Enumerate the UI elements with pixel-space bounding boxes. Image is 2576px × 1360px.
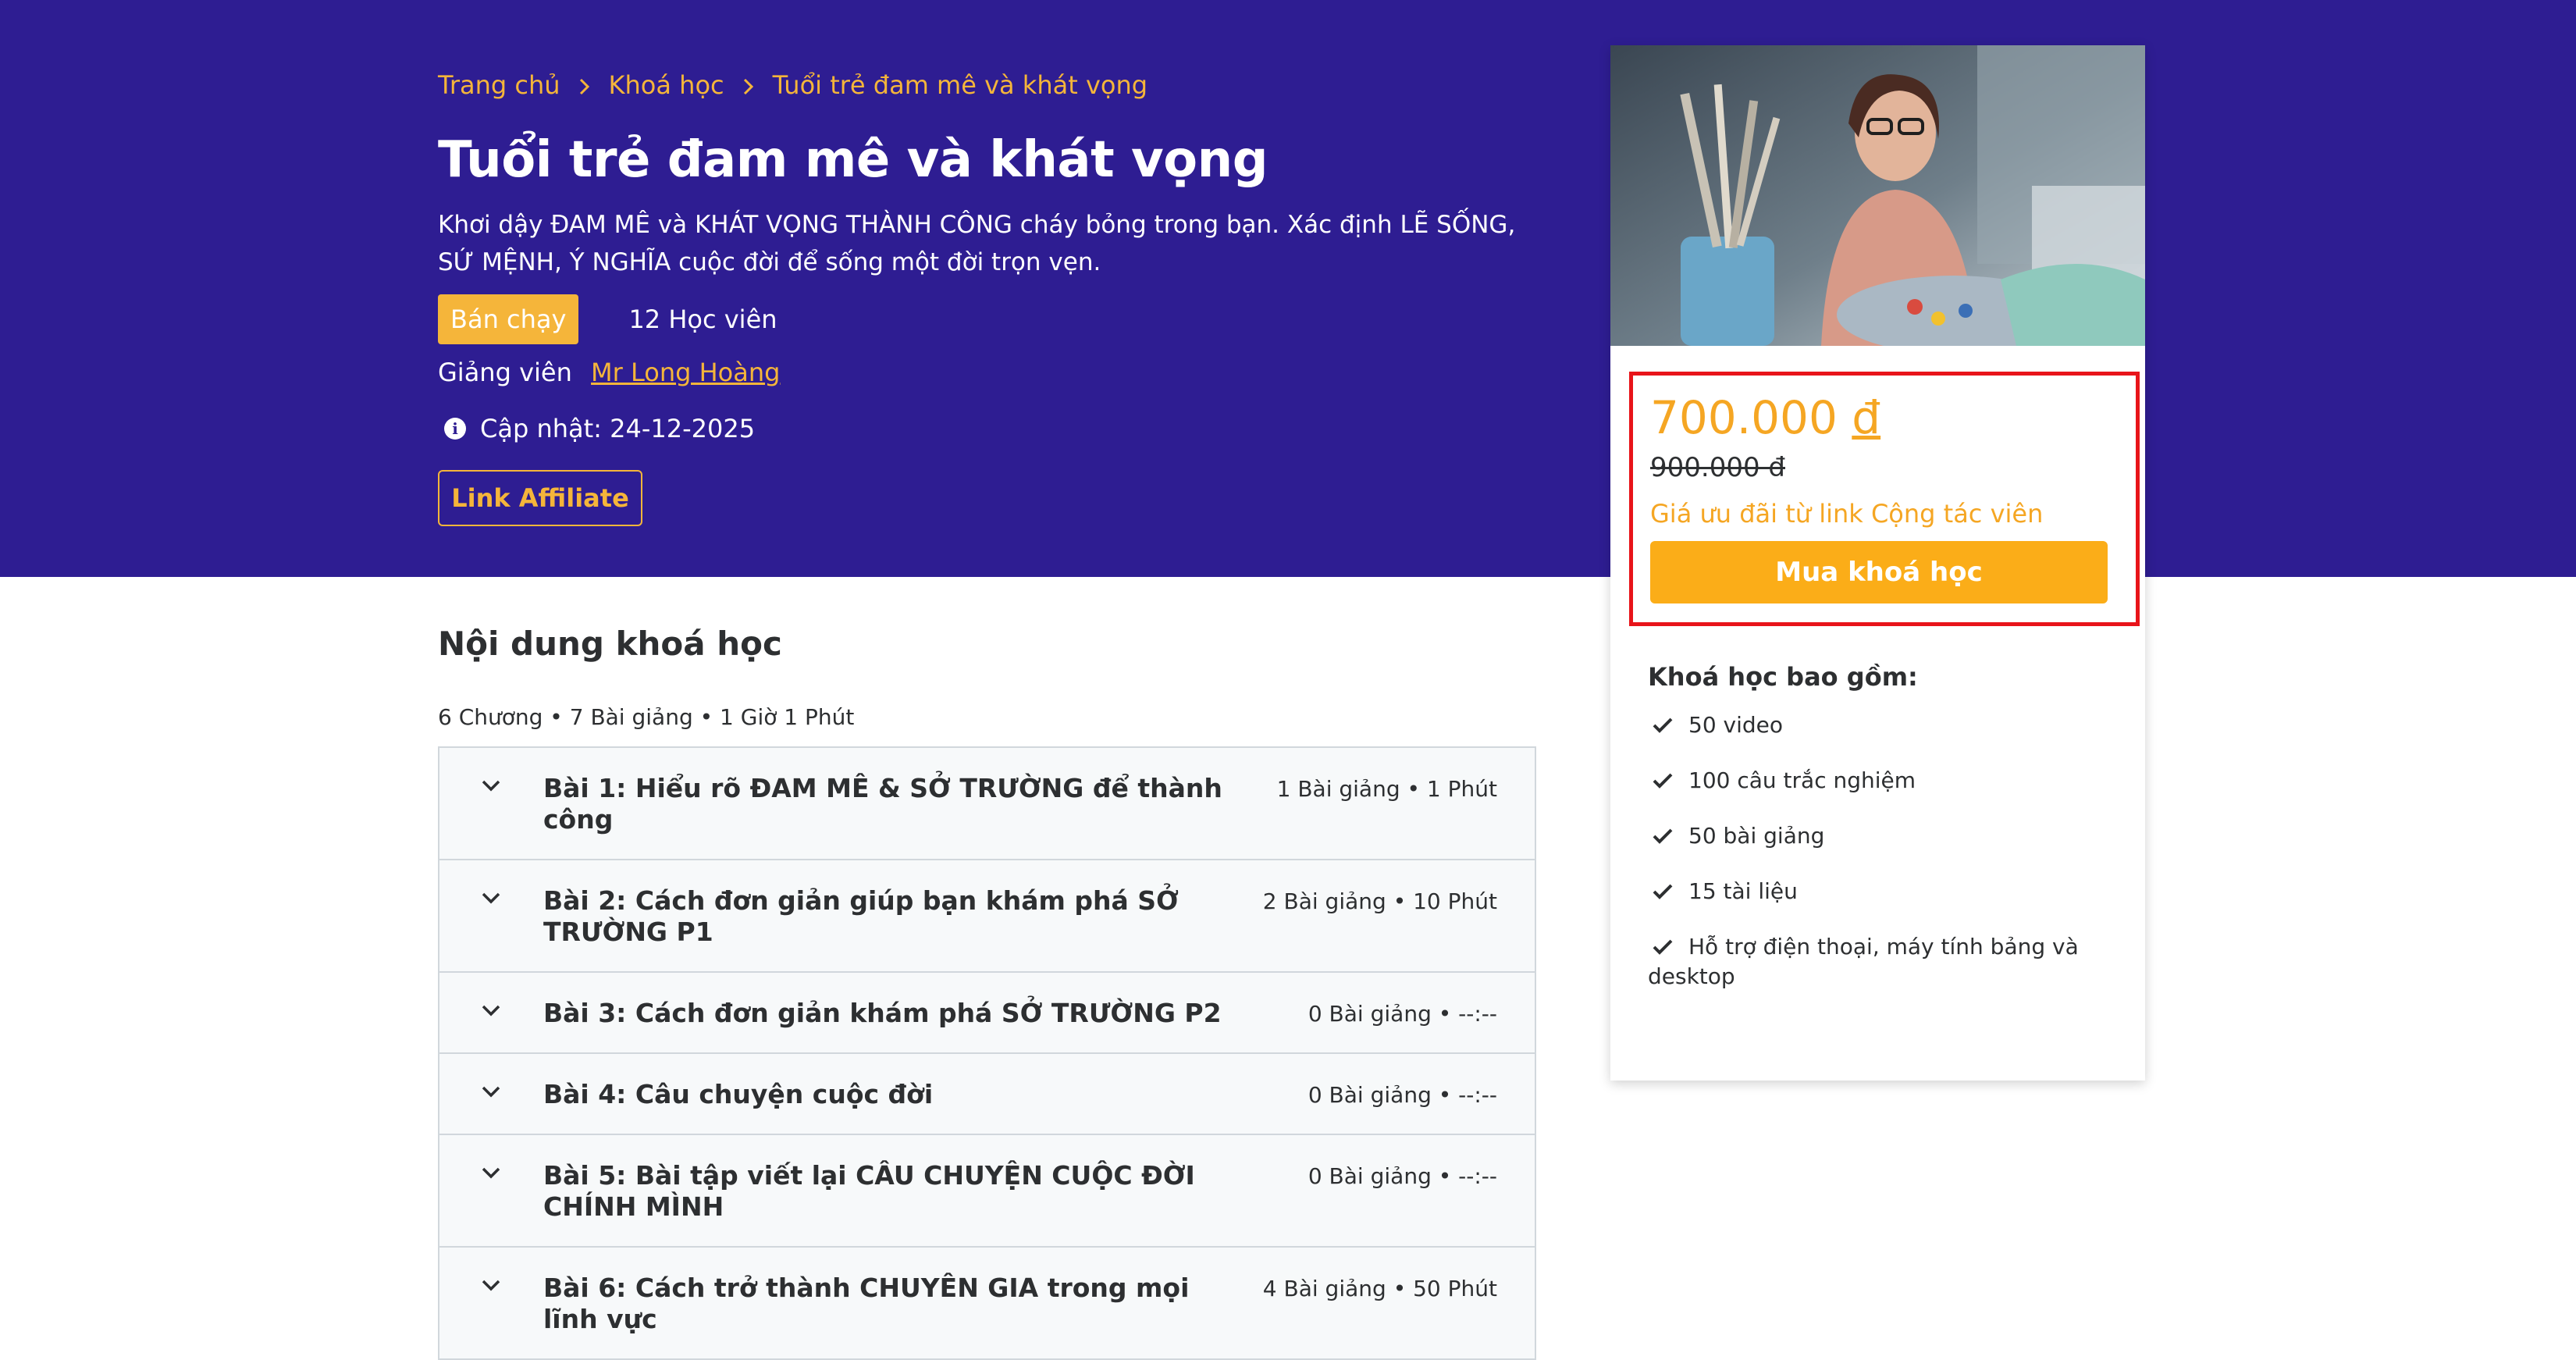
include-label: Hỗ trợ điện thoại, máy tính bảng và desk… <box>1648 934 2079 989</box>
breadcrumb: Trang chủ Khoá học Tuổi trẻ đam mê và kh… <box>438 70 1147 100</box>
chapter-meta: 0 Bài giảng • --:-- <box>1308 1001 1497 1027</box>
check-icon <box>1653 773 1673 789</box>
check-icon <box>1653 828 1673 844</box>
breadcrumb-home[interactable]: Trang chủ <box>438 70 560 100</box>
include-label: 100 câu trắc nghiệm <box>1688 767 1916 793</box>
info-icon: i <box>444 418 466 440</box>
includes-heading: Khoá học bao gồm: <box>1648 662 1918 692</box>
bestseller-badge: Bán chạy <box>438 294 579 344</box>
breadcrumb-current[interactable]: Tuổi trẻ đam mê và khát vọng <box>773 70 1147 100</box>
chapter-title: Bài 5: Bài tập viết lại CÂU CHUYỆN CUỘC … <box>543 1160 1195 1222</box>
price-value: 700.000 <box>1650 391 1838 444</box>
course-subtitle: Khơi dậy ĐAM MÊ và KHÁT VỌNG THÀNH CÔNG … <box>438 211 1516 276</box>
updated-row: i Cập nhật: 24-12-2025 <box>444 414 755 443</box>
chevron-down-icon <box>482 780 500 792</box>
check-icon <box>1653 717 1673 733</box>
chevron-right-icon <box>724 70 773 100</box>
chevron-down-icon <box>482 1167 500 1179</box>
chapter-title: Bài 6: Cách trở thành CHUYÊN GIA trong m… <box>543 1273 1190 1334</box>
course-content-summary: 6 Chương • 7 Bài giảng • 1 Giờ 1 Phút <box>438 704 855 730</box>
chapter-item[interactable]: Bài 6: Cách trở thành CHUYÊN GIA trong m… <box>439 1248 1535 1358</box>
instructor-label: Giảng viên <box>438 358 572 387</box>
chapter-meta: 4 Bài giảng • 50 Phút <box>1262 1276 1497 1301</box>
instructor-link[interactable]: Mr Long Hoàng <box>591 358 780 387</box>
chevron-down-icon <box>482 1280 500 1291</box>
chapter-item[interactable]: Bài 4: Câu chuyện cuộc đời 0 Bài giảng •… <box>439 1054 1535 1135</box>
course-thumbnail <box>1610 45 2145 346</box>
include-label: 50 bài giảng <box>1688 823 1825 849</box>
chapter-title: Bài 4: Câu chuyện cuộc đời <box>543 1079 934 1109</box>
chapter-meta: 1 Bài giảng • 1 Phút <box>1276 776 1497 802</box>
include-item: 15 tài liệu <box>1648 877 2116 906</box>
chapter-list: Bài 1: Hiểu rõ ĐAM MÊ & SỞ TRƯỜNG để thà… <box>438 746 1536 1360</box>
includes-list: 50 video 100 câu trắc nghiệm 50 bài giản… <box>1648 710 2116 992</box>
chapter-item[interactable]: Bài 5: Bài tập viết lại CÂU CHUYỆN CUỘC … <box>439 1135 1535 1248</box>
chevron-down-icon <box>482 1005 500 1016</box>
purchase-card: 700.000 đ 900.000 đ Giá ưu đãi từ link C… <box>1610 45 2145 1081</box>
breadcrumb-courses[interactable]: Khoá học <box>609 70 724 100</box>
chapter-meta: 2 Bài giảng • 10 Phút <box>1262 888 1497 914</box>
chapter-title: Bài 2: Cách đơn giản giúp bạn khám phá S… <box>543 885 1179 947</box>
updated-date: Cập nhật: 24-12-2025 <box>480 414 756 443</box>
chevron-down-icon <box>482 892 500 904</box>
instructor-row: Giảng viên Mr Long Hoàng <box>438 358 780 387</box>
chapter-meta: 0 Bài giảng • --:-- <box>1308 1082 1497 1108</box>
badge-row: Bán chạy 12 Học viên <box>438 294 777 344</box>
student-count: 12 Học viên <box>628 304 777 334</box>
chevron-down-icon <box>482 1086 500 1098</box>
include-item: 50 bài giảng <box>1648 821 2116 851</box>
currency-symbol: đ <box>1852 391 1881 444</box>
check-icon <box>1653 884 1673 899</box>
include-label: 50 video <box>1688 712 1784 738</box>
affiliate-price-note: Giá ưu đãi từ link Cộng tác viên <box>1650 499 2044 529</box>
course-content-heading: Nội dung khoá học <box>438 625 782 663</box>
chevron-right-icon <box>560 70 609 100</box>
chapter-title: Bài 3: Cách đơn giản khám phá SỞ TRƯỜNG … <box>543 998 1222 1028</box>
check-icon <box>1653 939 1673 955</box>
course-title: Tuổi trẻ đam mê và khát vọng <box>438 131 1268 189</box>
chapter-item[interactable]: Bài 3: Cách đơn giản khám phá SỞ TRƯỜNG … <box>439 973 1535 1054</box>
link-affiliate-button[interactable]: Link Affiliate <box>438 470 642 526</box>
course-hero: Trang chủ Khoá học Tuổi trẻ đam mê và kh… <box>0 0 2576 577</box>
chapter-meta: 0 Bài giảng • --:-- <box>1308 1163 1497 1189</box>
original-price: 900.000 đ <box>1650 452 1785 483</box>
chapter-item[interactable]: Bài 2: Cách đơn giản giúp bạn khám phá S… <box>439 860 1535 973</box>
include-item: 100 câu trắc nghiệm <box>1648 766 2116 796</box>
price-highlight-box: 700.000 đ 900.000 đ Giá ưu đãi từ link C… <box>1629 372 2140 626</box>
buy-course-button[interactable]: Mua khoá học <box>1650 541 2108 603</box>
include-item: Hỗ trợ điện thoại, máy tính bảng và desk… <box>1648 932 2116 992</box>
chapter-item[interactable]: Bài 1: Hiểu rõ ĐAM MÊ & SỞ TRƯỜNG để thà… <box>439 748 1535 860</box>
current-price: 700.000 đ <box>1650 391 1880 444</box>
include-label: 15 tài liệu <box>1688 878 1798 904</box>
chapter-title: Bài 1: Hiểu rõ ĐAM MÊ & SỞ TRƯỜNG để thà… <box>543 773 1222 835</box>
include-item: 50 video <box>1648 710 2116 740</box>
